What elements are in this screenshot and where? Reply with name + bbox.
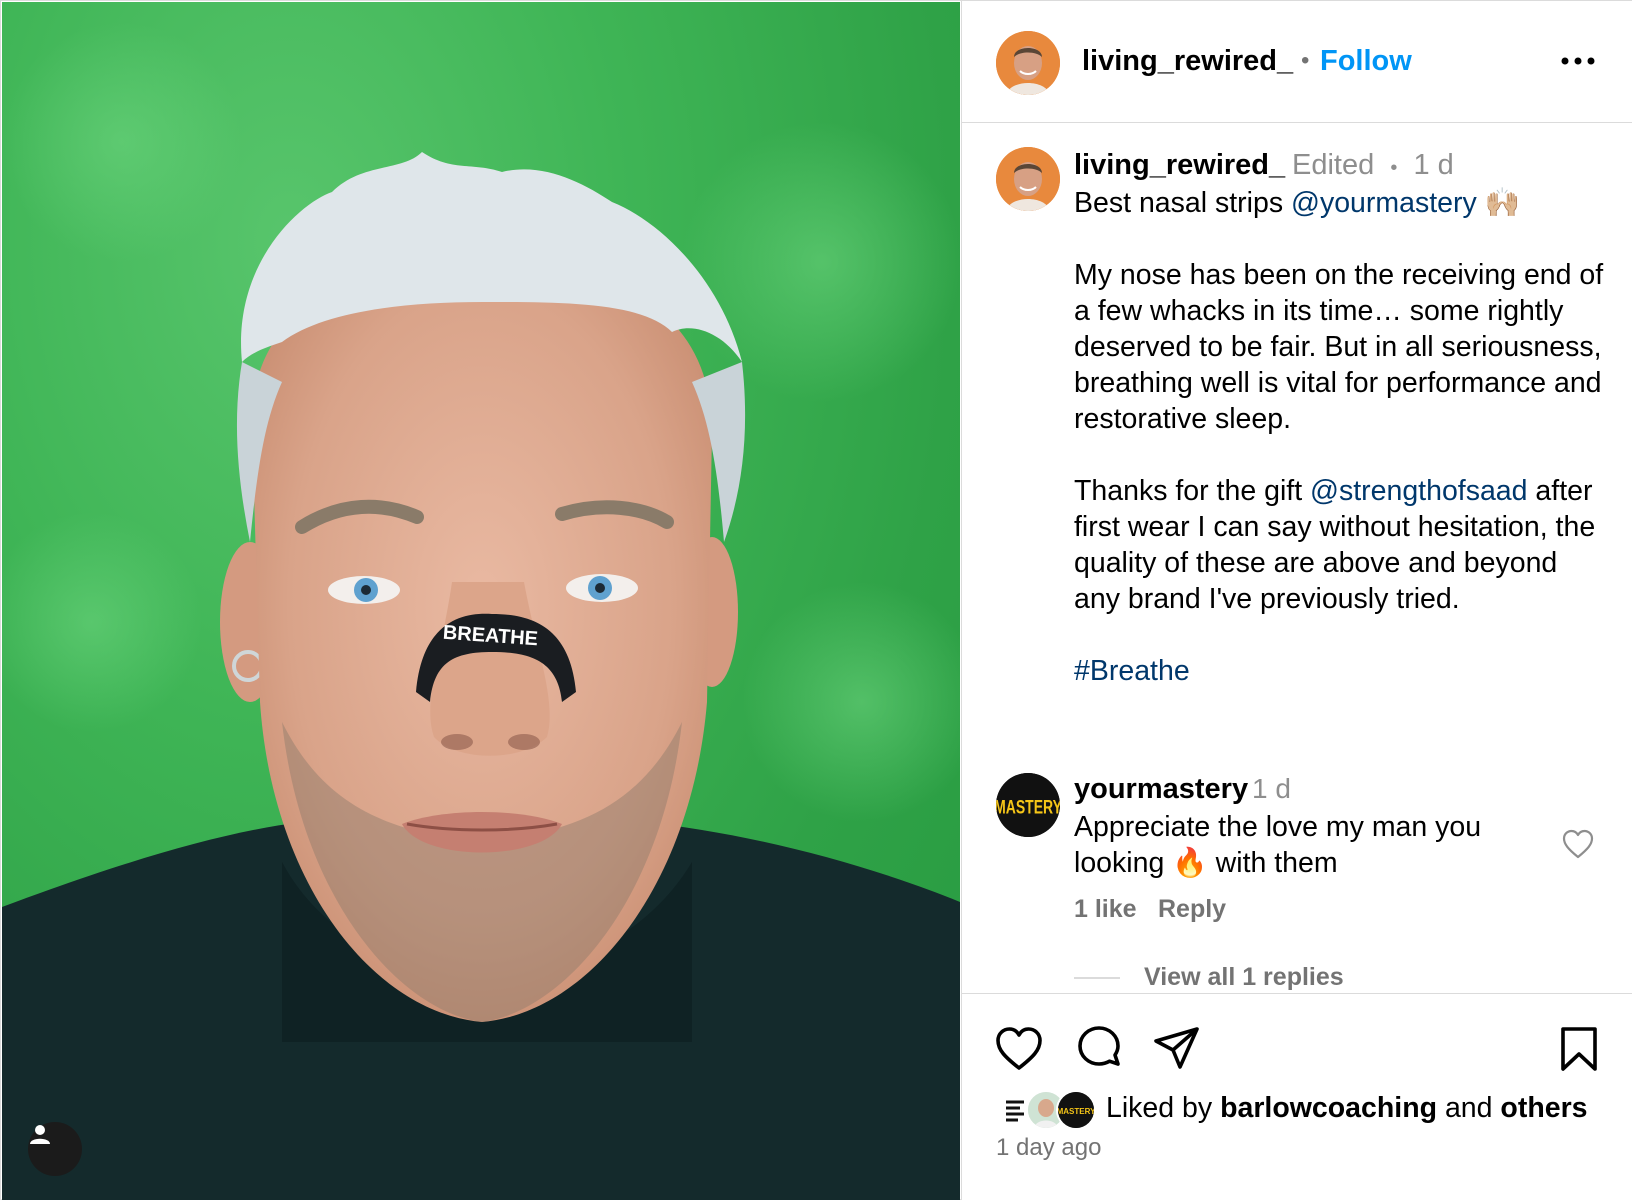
liked-by-mid: and [1437,1092,1501,1124]
post-modal: BREATHE living_rewired_ • Follow living_… [0,0,1632,1200]
edited-label: Edited [1292,149,1375,181]
comment-time[interactable]: 1 d [1252,773,1291,805]
mastery-logo-text: MASTERY [996,796,1060,818]
share-icon [1154,1027,1199,1069]
user-icon [30,1125,50,1144]
bookmark-icon [1561,1027,1597,1071]
hashtag-breathe[interactable]: #Breathe [1074,655,1190,687]
caption-line1-text: Best nasal strips [1074,187,1292,219]
caption-hashtags: #Breathe [1074,653,1604,689]
comment-text: Appreciate the love my man you looking 🔥… [1074,809,1534,881]
caption-paragraph-2: My nose has been on the receiving end of… [1074,259,1604,435]
author-avatar-image [996,31,1060,95]
comment-likes-count[interactable]: 1 like [1074,895,1137,924]
portrait-illustration: BREATHE [2,22,960,1200]
more-icon [1561,57,1595,65]
comment-text-after: with them [1207,847,1338,879]
comment-button[interactable] [1074,1024,1124,1074]
liked-by-row: MASTERY Liked by barlowcoaching and othe… [996,1088,1616,1130]
post-actions: MASTERY Liked by barlowcoaching and othe… [962,993,1632,1200]
view-replies-button[interactable]: View all 1 replies [1144,963,1344,992]
liker-avatar-3: MASTERY [1056,1090,1096,1130]
comment-reply-button[interactable]: Reply [1158,895,1226,924]
like-button[interactable] [994,1024,1044,1074]
commenter-avatar-image: MASTERY [996,773,1060,837]
save-button[interactable] [1554,1024,1604,1074]
caption-separator: • [1390,157,1398,179]
liked-by-avatars[interactable]: MASTERY [996,1090,1102,1130]
liker-mastery-logo: MASTERY [1058,1092,1094,1128]
share-button[interactable] [1152,1024,1202,1074]
caption-paragraph-3: Thanks for the gift @strengthofsaad afte… [1074,473,1604,617]
liked-by-prefix: Liked by [1106,1092,1221,1124]
post-header: living_rewired_ • Follow [962,1,1632,123]
post-time-ago[interactable]: 1 day ago [996,1134,1101,1162]
author-avatar[interactable] [996,31,1060,95]
mention-yourmastery[interactable]: @yourmastery [1291,187,1477,219]
commenter-avatar[interactable]: MASTERY [996,773,1060,837]
liked-by-text[interactable]: Liked by barlowcoaching and others [1106,1092,1588,1125]
para3-prefix: Thanks for the gift [1074,475,1311,507]
mention-strengthofsaad[interactable]: @strengthofsaad [1310,475,1527,507]
caption-time[interactable]: 1 d [1414,149,1454,181]
heart-icon [996,1027,1042,1070]
follow-button[interactable]: Follow [1320,45,1412,78]
caption-line-1: Best nasal strips @yourmastery 🙌🏼 [1074,185,1604,221]
replies-divider-line [1074,977,1120,979]
post-photo[interactable]: BREATHE [2,2,960,1200]
comment-like-button[interactable] [1562,829,1598,863]
commenter-username[interactable]: yourmastery [1074,773,1248,806]
raised-hands-emoji: 🙌🏼 [1484,187,1521,219]
caption-avatar-image [996,147,1060,211]
caption-author-avatar[interactable] [996,147,1060,211]
caption-text: Best nasal strips @yourmastery 🙌🏼 My nos… [1074,185,1604,725]
mini-mastery-text: MASTERY [1058,1107,1094,1116]
author-username[interactable]: living_rewired_ [1082,45,1293,78]
post-sidebar: living_rewired_ • Follow living_rewired_… [961,1,1632,1200]
caption-meta: Edited • 1 d [1292,149,1454,182]
liked-by-user[interactable]: barlowcoaching [1220,1092,1437,1124]
tagged-users-button[interactable] [28,1122,82,1176]
caption-username[interactable]: living_rewired_ [1074,149,1285,182]
heart-outline-icon [1562,829,1594,859]
liked-by-others[interactable]: others [1500,1092,1587,1124]
fire-emoji: 🔥 [1172,847,1208,879]
comment-item: MASTERY yourmastery 1 d Appreciate the l… [962,773,1632,993]
comment-icon [1078,1026,1120,1066]
more-options-button[interactable] [1558,43,1598,79]
separator-dot: • [1301,47,1310,74]
